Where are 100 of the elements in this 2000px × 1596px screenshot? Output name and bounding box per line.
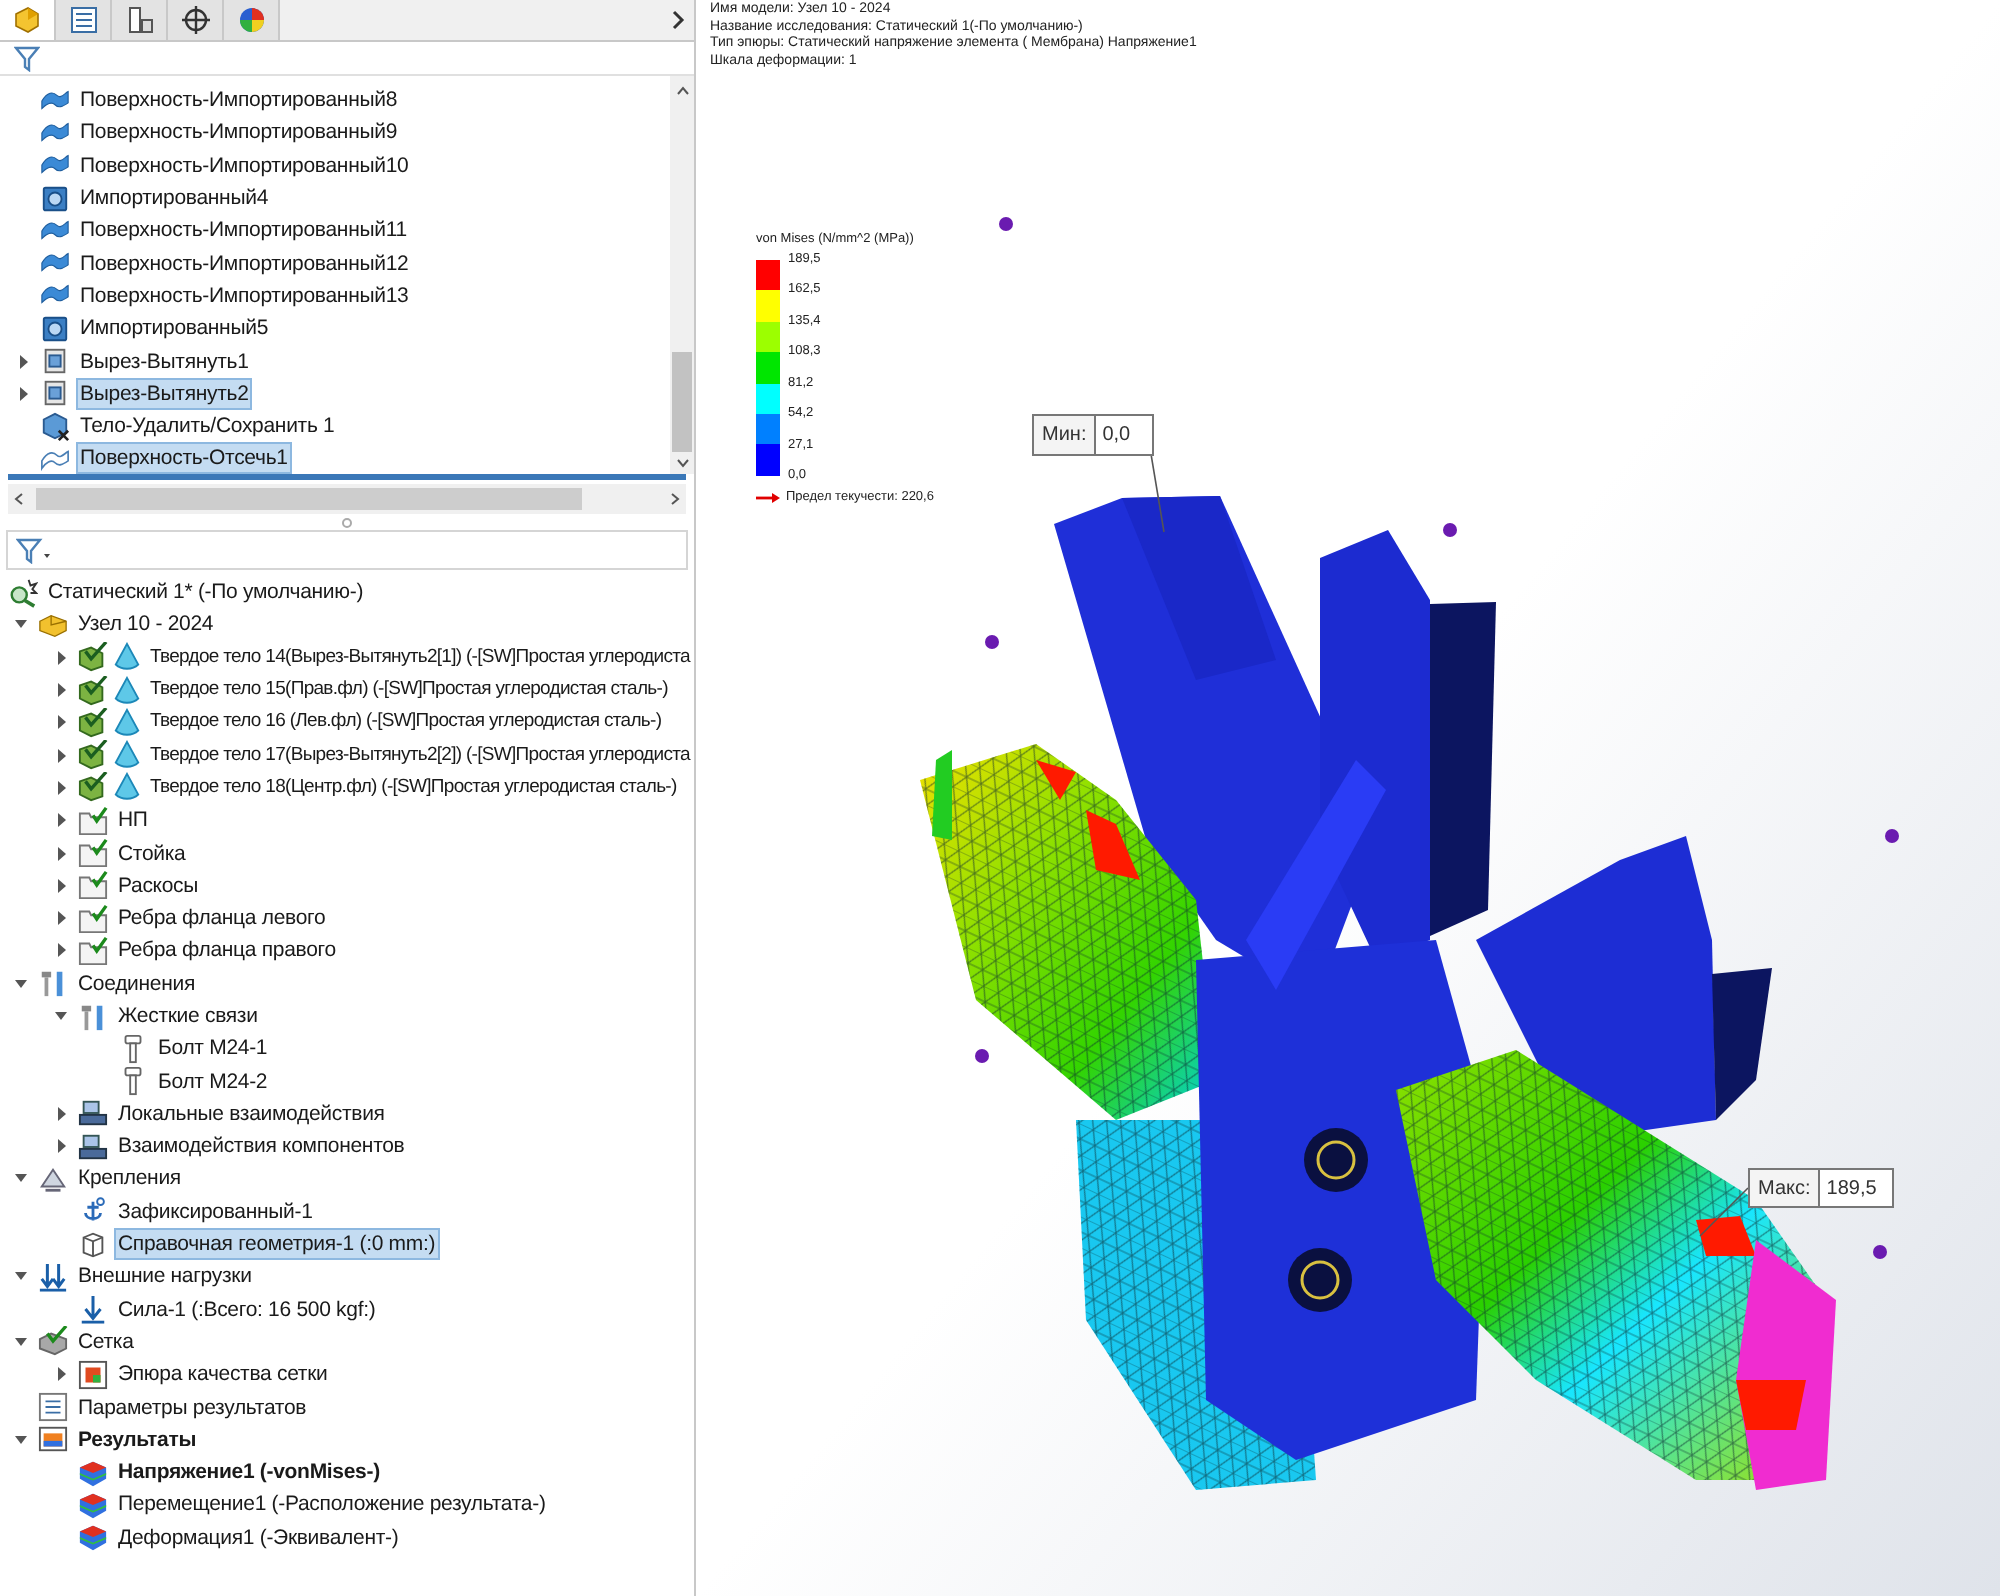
- min-value: 0,0: [1100, 422, 1133, 450]
- mesh-check-icon: [78, 675, 108, 706]
- result-plot-icon: [78, 1457, 108, 1488]
- cube-icon: [78, 1229, 108, 1260]
- bolt-hole: [1288, 1248, 1352, 1312]
- tree-item[interactable]: Жесткие связи: [114, 1000, 262, 1032]
- tree-item[interactable]: Крепления: [74, 1162, 185, 1195]
- tree-item[interactable]: Статический 1* (-По умолчанию-): [44, 576, 368, 609]
- horizontal-scrollbar[interactable]: [8, 484, 686, 514]
- expander-icon[interactable]: [54, 1105, 68, 1122]
- plot-icon: [78, 1359, 108, 1390]
- tree-item[interactable]: Ребра фланца правого: [114, 934, 340, 967]
- tree-item[interactable]: НП: [114, 804, 152, 837]
- node-marker: [1443, 523, 1457, 537]
- splitter-handle[interactable]: [342, 517, 352, 527]
- expander-icon[interactable]: [14, 1170, 28, 1187]
- tree-item[interactable]: Результаты: [74, 1423, 201, 1456]
- expander-icon[interactable]: [14, 616, 28, 633]
- scrollbar-thumb[interactable]: [36, 488, 582, 510]
- expander-icon[interactable]: [54, 1366, 68, 1383]
- expander-icon[interactable]: [16, 385, 30, 402]
- tree-item[interactable]: Твердое тело 15(Прав.фл) (-[SW]Простая углеродистая сталь-): [146, 674, 672, 707]
- expander-icon[interactable]: [54, 747, 68, 764]
- expander-icon[interactable]: [54, 649, 68, 666]
- scroll-down-icon[interactable]: [675, 458, 689, 468]
- expander-icon[interactable]: [54, 812, 68, 829]
- expander-icon[interactable]: [54, 845, 68, 862]
- expander-icon[interactable]: [54, 714, 68, 731]
- expander-icon[interactable]: [54, 1008, 68, 1024]
- expander-icon[interactable]: [54, 1138, 68, 1155]
- cone-icon: [112, 707, 142, 738]
- panel-tab[interactable]: [224, 0, 280, 40]
- crosshair-icon: [179, 4, 211, 36]
- tree-item[interactable]: Твердое тело 16 (Лев.фл) (-[SW]Простая углеродистая сталь-): [146, 706, 666, 739]
- mesh-icon: [38, 1326, 68, 1357]
- tree-item[interactable]: Сетка: [74, 1325, 138, 1358]
- chevron-right-icon[interactable]: [672, 10, 686, 30]
- tree-item[interactable]: Импортированный4: [76, 182, 273, 215]
- expander-icon[interactable]: [54, 682, 68, 699]
- vertical-scrollbar[interactable]: [670, 76, 694, 474]
- filter-icon[interactable]: [16, 537, 52, 563]
- scroll-left-icon[interactable]: [14, 492, 24, 506]
- list-icon: [38, 1392, 68, 1423]
- tree-item[interactable]: Поверхность-Отсечь1: [76, 442, 292, 474]
- tree-item[interactable]: Болт М24-1: [154, 1032, 272, 1065]
- tree-item[interactable]: Взаимодействия компонентов: [114, 1130, 409, 1163]
- expander-icon[interactable]: [54, 877, 68, 894]
- max-label: Макс:: [1750, 1170, 1821, 1206]
- tree-item[interactable]: Параметры результатов: [74, 1391, 311, 1424]
- tree-item[interactable]: Поверхность-Импортированный8: [76, 84, 402, 117]
- scroll-up-icon[interactable]: [675, 86, 689, 96]
- expander-icon[interactable]: [14, 1333, 28, 1350]
- tree-item[interactable]: Справочная геометрия-1 (:0 mm:): [114, 1228, 440, 1261]
- panel-tab[interactable]: [112, 0, 168, 40]
- tree-item[interactable]: Импортированный5: [76, 312, 273, 345]
- tree-item[interactable]: Сила-1 (:Всего: 16 500 kgf:): [114, 1293, 380, 1326]
- graphics-viewport[interactable]: [696, 0, 2000, 1596]
- part-icon: [40, 378, 70, 409]
- tree-item[interactable]: Твердое тело 14(Вырез-Вытянуть2[1]) (-[SW]Простая углеродиста: [146, 641, 694, 674]
- tree-item[interactable]: Стойка: [114, 837, 190, 870]
- tree-item[interactable]: Соединения: [74, 967, 200, 1000]
- tree-item[interactable]: Узел 10 - 2024: [74, 608, 218, 641]
- tree-item[interactable]: Внешние нагрузки: [74, 1260, 256, 1293]
- expander-icon[interactable]: [14, 975, 28, 992]
- panel-tab[interactable]: [56, 0, 112, 40]
- part-icon: [40, 346, 70, 377]
- tree-item[interactable]: Ребра фланца левого: [114, 902, 330, 935]
- tree-item[interactable]: Болт М24-2: [154, 1065, 272, 1098]
- expander-icon[interactable]: [16, 353, 30, 370]
- tree-item[interactable]: Эпюра качества сетки: [114, 1358, 332, 1391]
- expander-icon[interactable]: [54, 910, 68, 927]
- scrollbar-thumb[interactable]: [672, 352, 692, 452]
- tree-item[interactable]: Твердое тело 18(Центр.фл) (-[SW]Простая углеродистая сталь-): [146, 771, 681, 804]
- tree-item[interactable]: Зафиксированный-1: [114, 1195, 317, 1228]
- tree-item[interactable]: Тело-Удалить/Сохранить 1: [76, 410, 339, 443]
- expander-icon[interactable]: [54, 779, 68, 796]
- bolt-hole: [1304, 1128, 1368, 1192]
- panel-tab[interactable]: [168, 0, 224, 40]
- tree-item[interactable]: Вырез-Вытянуть1: [76, 345, 253, 378]
- tree-item[interactable]: Напряжение1 (-vonMises-): [114, 1456, 384, 1489]
- expander-icon[interactable]: [14, 1268, 28, 1285]
- scroll-right-icon[interactable]: [670, 492, 680, 506]
- tree-item[interactable]: Поверхность-Импортированный13: [76, 279, 413, 312]
- tree-item[interactable]: Деформация1 (-Эквивалент-): [114, 1521, 403, 1554]
- arrow-down-icon: [78, 1294, 108, 1325]
- tree-item[interactable]: Твердое тело 17(Вырез-Вытянуть2[2]) (-[SW]Простая углеродиста: [146, 739, 694, 772]
- tree-item[interactable]: Вырез-Вытянуть2: [76, 377, 253, 410]
- folder-check-icon: [78, 903, 108, 934]
- expander-icon[interactable]: [14, 1431, 28, 1448]
- tree-item[interactable]: Раскосы: [114, 869, 203, 902]
- tree-item[interactable]: Поверхность-Импортированный11: [76, 214, 411, 247]
- tree-item[interactable]: Поверхность-Импортированный12: [76, 247, 413, 280]
- tree-item[interactable]: Локальные взаимодействия: [114, 1097, 389, 1130]
- tree-item[interactable]: Поверхность-Импортированный10: [76, 149, 413, 182]
- cube-icon: [40, 183, 70, 214]
- surface-icon: [40, 117, 70, 148]
- tree-item[interactable]: Перемещение1 (-Расположение результата-): [114, 1488, 550, 1521]
- expander-icon[interactable]: [54, 942, 68, 959]
- mesh-check-icon: [78, 740, 108, 771]
- tree-item[interactable]: Поверхность-Импортированный9: [76, 116, 402, 149]
